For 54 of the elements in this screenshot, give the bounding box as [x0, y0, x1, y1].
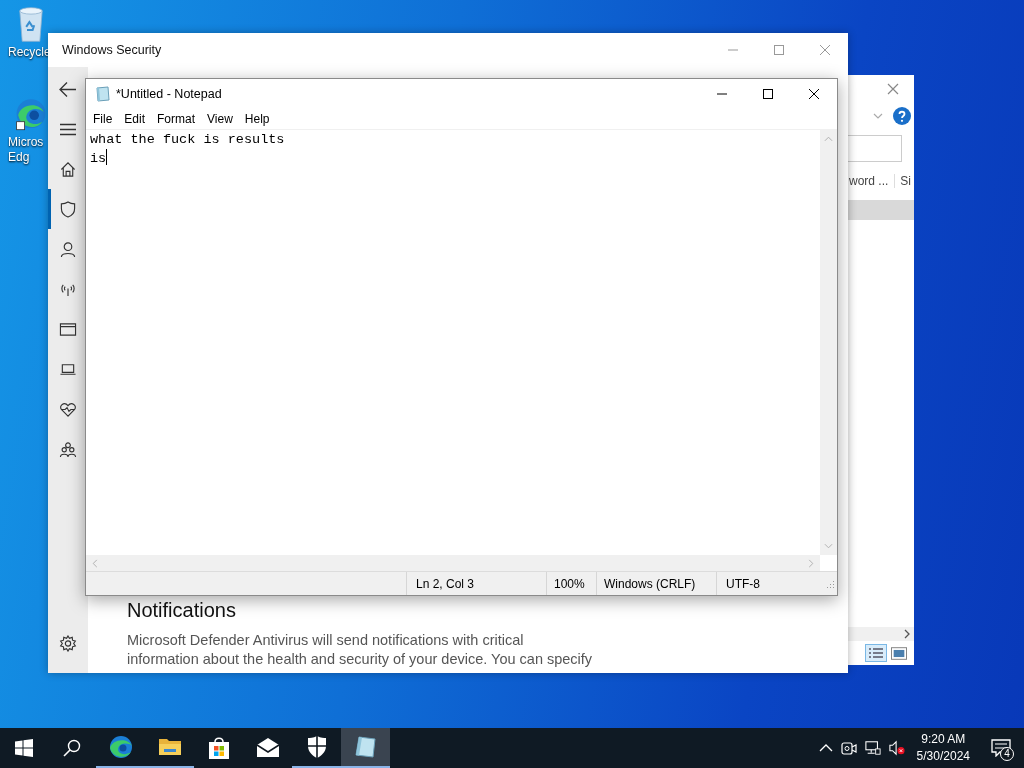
help-icon[interactable] [893, 107, 911, 125]
text-cursor [106, 149, 108, 165]
shield-icon [59, 200, 77, 218]
taskbar-button[interactable] [341, 728, 390, 768]
envelope-icon [255, 736, 280, 760]
browser-icon [108, 735, 133, 759]
window-title: *Untitled - Notepad [115, 87, 223, 101]
section-heading: Notifications [127, 598, 237, 623]
text-area[interactable]: what the fuck is results is [86, 130, 820, 555]
scroll-bar[interactable] [848, 627, 914, 641]
column-header[interactable]: Si [894, 174, 912, 188]
close-icon [820, 45, 830, 55]
column-header[interactable]: word ... [849, 174, 889, 188]
menu-item[interactable]: Help [238, 112, 276, 126]
browser-icon[interactable] [15, 96, 47, 133]
volume-icon[interactable] [888, 740, 905, 756]
status-text: UTF-8 [716, 572, 825, 595]
windows-logo-icon [15, 739, 33, 757]
home-icon [59, 160, 77, 178]
back-arrow-icon [59, 80, 77, 98]
camera-icon[interactable] [840, 740, 857, 756]
shopping-bag-icon [206, 736, 231, 760]
notifications-button[interactable]: 4 [978, 728, 1024, 768]
notepad-icon [353, 735, 378, 759]
status-text: 100% [546, 572, 596, 595]
message-icon [991, 739, 1011, 757]
settings-icon [59, 634, 77, 652]
heart-icon [59, 400, 77, 418]
menu-item[interactable]: File [87, 112, 119, 126]
status-text: Ln 2, Col 3 [406, 572, 546, 595]
people-icon [59, 440, 77, 458]
notification-count: 4 [1000, 747, 1014, 761]
menu-item[interactable]: Format [151, 112, 202, 126]
window-title: Windows Security [61, 43, 163, 57]
preview-pane-icon[interactable] [891, 646, 907, 660]
chevron-up-icon[interactable] [818, 744, 833, 752]
maximize-icon [763, 89, 773, 99]
menu-item[interactable]: View [201, 112, 239, 126]
details-view-icon[interactable] [865, 644, 887, 662]
maximize-icon [774, 45, 784, 55]
status-text: Windows (CRLF) [596, 572, 716, 595]
person-icon [59, 240, 77, 258]
menu-item[interactable]: Edit [118, 112, 152, 126]
network-icon[interactable] [864, 740, 881, 756]
section-description: Microsoft Defender Antivirus will send notifications with critical information about the health and security of your device. You can specify [127, 631, 594, 669]
close-icon [809, 89, 819, 99]
scroll-bar[interactable] [820, 130, 837, 555]
clock[interactable]: 9:20 AM 5/30/2024 [908, 731, 978, 765]
scroll-bar[interactable] [86, 555, 820, 571]
search-icon [63, 739, 81, 757]
notepad-icon [95, 86, 111, 102]
window-icon [59, 320, 77, 338]
resize-grip-icon[interactable] [825, 578, 835, 589]
close-icon[interactable] [887, 83, 899, 95]
